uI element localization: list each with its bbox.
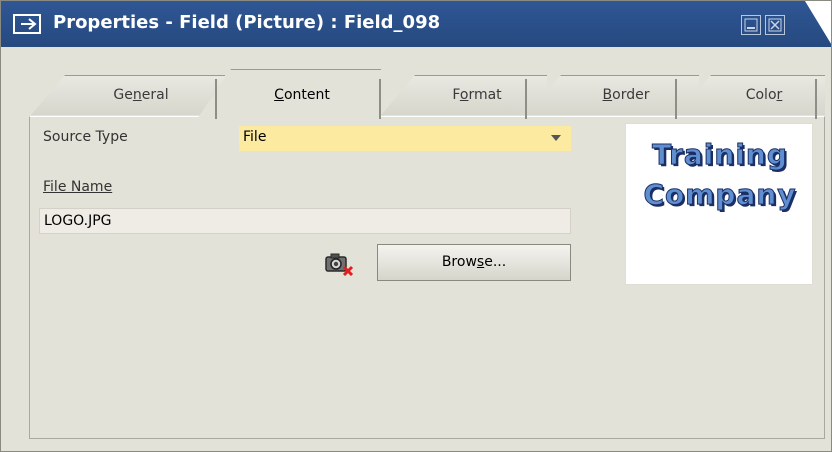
- tab-border[interactable]: Border: [527, 75, 699, 115]
- source-type-select[interactable]: File: [239, 126, 571, 151]
- tab-label: Content: [274, 87, 330, 103]
- properties-icon: [13, 14, 41, 34]
- tab-divider: [379, 79, 381, 119]
- camera-delete-icon[interactable]: [323, 250, 355, 276]
- properties-window: Properties - Field (Picture) : Field_098…: [0, 0, 832, 452]
- source-type-label: Source Type: [43, 129, 128, 145]
- tab-label: Format: [452, 87, 502, 103]
- file-name-label: File Name: [43, 179, 113, 195]
- file-name-input[interactable]: [39, 208, 571, 234]
- tab-format[interactable]: Format: [381, 75, 547, 115]
- picture-preview: Training Company: [625, 123, 813, 285]
- tab-divider: [215, 79, 217, 119]
- title-bar-corner: [805, 1, 831, 47]
- tab-general[interactable]: General: [31, 75, 225, 115]
- tab-divider: [525, 79, 527, 119]
- tab-divider: [815, 79, 817, 119]
- title-bar[interactable]: Properties - Field (Picture) : Field_098: [1, 1, 831, 47]
- tab-color[interactable]: Color: [677, 75, 825, 115]
- minimize-button[interactable]: [741, 15, 761, 35]
- tab-strip: General Format Border Color Content: [1, 65, 831, 119]
- source-type-value: File: [243, 129, 267, 145]
- tab-label: General: [113, 87, 169, 103]
- minimize-icon: [744, 18, 758, 32]
- window-title: Properties - Field (Picture) : Field_098: [53, 12, 441, 33]
- chevron-down-icon: [551, 135, 561, 141]
- close-button[interactable]: [765, 15, 785, 35]
- close-icon: [768, 18, 782, 32]
- logo-line-1: Training: [652, 138, 788, 172]
- tab-label: Color: [745, 87, 783, 103]
- browse-button[interactable]: Browse...: [377, 244, 571, 281]
- tab-divider: [675, 79, 677, 119]
- tab-label: Border: [602, 87, 650, 103]
- logo-line-2: Company: [643, 178, 797, 212]
